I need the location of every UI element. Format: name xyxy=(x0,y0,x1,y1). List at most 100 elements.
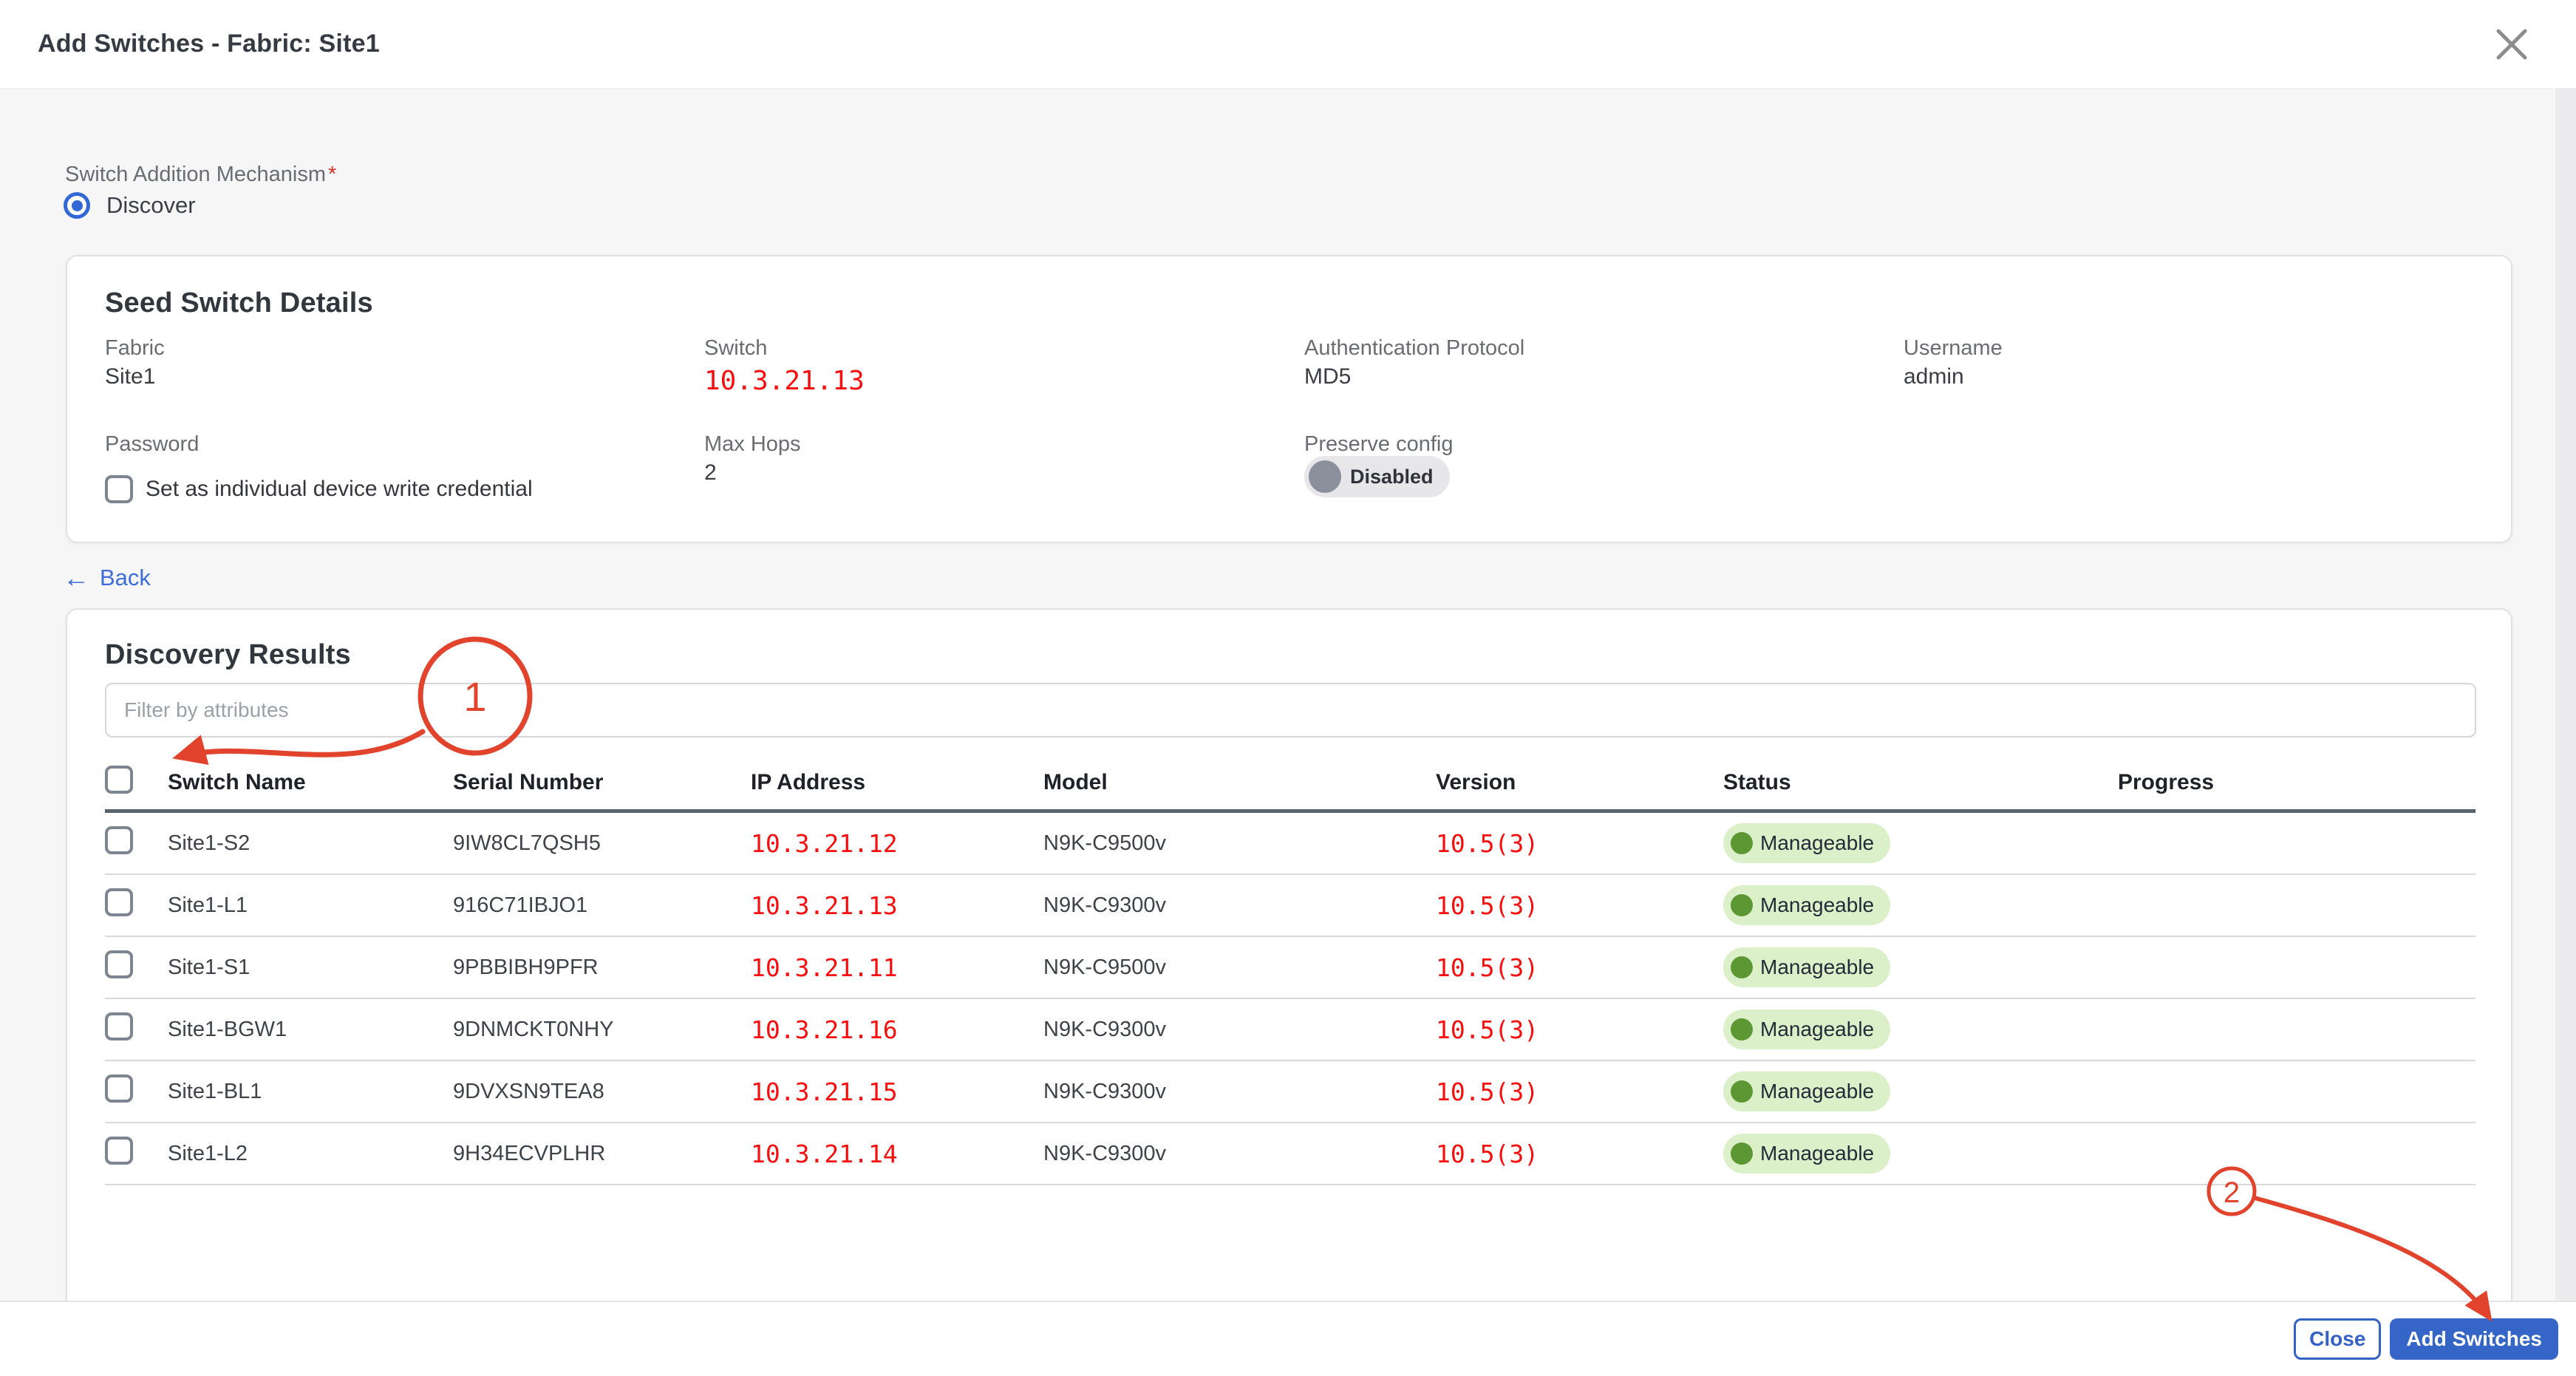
required-asterisk: * xyxy=(328,163,336,186)
row-checkbox[interactable] xyxy=(105,888,133,916)
status-text: Manageable xyxy=(1760,893,1874,917)
status-cell: Manageable xyxy=(1723,1072,2118,1111)
serial-number-cell: 9H34ECVPLHR xyxy=(453,1142,751,1166)
ip-address-cell: 10.3.21.15 xyxy=(751,1077,1043,1106)
close-button[interactable]: Close xyxy=(2294,1318,2381,1360)
dialog-footer: Close Add Switches xyxy=(0,1301,2576,1376)
add-switches-button[interactable]: Add Switches xyxy=(2390,1318,2558,1360)
serial-number-cell: 9DNMCKT0NHY xyxy=(453,1018,751,1042)
column-switch-name[interactable]: Switch Name xyxy=(168,770,453,795)
back-arrow-icon: ← xyxy=(63,565,89,591)
radio-selected-icon xyxy=(64,192,90,219)
status-text: Manageable xyxy=(1760,956,1874,979)
discovery-results-card: Discovery Results Switch Name Serial Num… xyxy=(66,608,2512,1301)
password-label: Password xyxy=(105,432,199,457)
model-cell: N9K-C9300v xyxy=(1043,1142,1436,1166)
switch-label: Switch xyxy=(704,336,767,361)
row-checkbox[interactable] xyxy=(105,1074,133,1103)
switch-name-cell: Site1-L1 xyxy=(168,893,453,918)
auth-protocol-value: MD5 xyxy=(1304,364,1351,389)
ip-address-cell: 10.3.21.16 xyxy=(751,1015,1043,1044)
row-checkbox[interactable] xyxy=(105,1012,133,1040)
status-badge: Manageable xyxy=(1723,823,1890,863)
status-badge: Manageable xyxy=(1723,885,1890,925)
model-cell: N9K-C9300v xyxy=(1043,1018,1436,1042)
table-row: Site1-S19PBBIBH9PFR10.3.21.11N9K-C9500v1… xyxy=(105,937,2476,999)
version-cell: 10.5(3) xyxy=(1436,953,1723,982)
column-serial-number[interactable]: Serial Number xyxy=(453,770,751,795)
status-dot-icon xyxy=(1731,1018,1753,1040)
column-version[interactable]: Version xyxy=(1436,770,1723,795)
status-text: Manageable xyxy=(1760,1018,1874,1041)
dialog-body: Switch Addition Mechanism* Discover Seed… xyxy=(0,88,2576,1301)
row-checkbox[interactable] xyxy=(105,826,133,854)
table-row: Site1-L1916C71IBJO110.3.21.13N9K-C9300v1… xyxy=(105,875,2476,937)
table-row: Site1-BGW19DNMCKT0NHY10.3.21.16N9K-C9300… xyxy=(105,999,2476,1061)
status-dot-icon xyxy=(1731,894,1753,916)
ip-address-cell: 10.3.21.14 xyxy=(751,1140,1043,1168)
status-cell: Manageable xyxy=(1723,947,2118,987)
write-credential-checkbox[interactable] xyxy=(105,475,133,503)
username-label: Username xyxy=(1904,336,2003,361)
table-header-row: Switch Name Serial Number IP Address Mod… xyxy=(105,755,2476,809)
status-text: Manageable xyxy=(1760,831,1874,855)
column-progress[interactable]: Progress xyxy=(2118,770,2476,795)
filter-input[interactable] xyxy=(105,683,2476,738)
toggle-state-label: Disabled xyxy=(1350,466,1434,488)
write-credential-option[interactable]: Set as individual device write credentia… xyxy=(105,475,533,503)
status-text: Manageable xyxy=(1760,1080,1874,1103)
fabric-label: Fabric xyxy=(105,336,165,361)
ip-address-cell: 10.3.21.13 xyxy=(751,891,1043,920)
model-cell: N9K-C9500v xyxy=(1043,831,1436,856)
status-dot-icon xyxy=(1731,1080,1753,1103)
status-badge: Manageable xyxy=(1723,1134,1890,1174)
back-link[interactable]: ← Back xyxy=(63,565,151,591)
serial-number-cell: 916C71IBJO1 xyxy=(453,893,751,918)
status-text: Manageable xyxy=(1760,1142,1874,1165)
max-hops-label: Max Hops xyxy=(704,432,801,457)
fabric-value: Site1 xyxy=(105,364,155,389)
dialog-title: Add Switches - Fabric: Site1 xyxy=(38,30,380,58)
preserve-config-label: Preserve config xyxy=(1304,432,1454,457)
ip-address-cell: 10.3.21.11 xyxy=(751,953,1043,982)
column-status[interactable]: Status xyxy=(1723,770,2118,795)
ip-address-cell: 10.3.21.12 xyxy=(751,829,1043,858)
version-cell: 10.5(3) xyxy=(1436,1015,1723,1044)
status-cell: Manageable xyxy=(1723,1009,2118,1049)
mechanism-label-text: Switch Addition Mechanism xyxy=(65,163,326,186)
version-cell: 10.5(3) xyxy=(1436,891,1723,920)
column-model[interactable]: Model xyxy=(1043,770,1436,795)
serial-number-cell: 9DVXSN9TEA8 xyxy=(453,1080,751,1104)
switch-name-cell: Site1-L2 xyxy=(168,1142,453,1166)
preserve-config-toggle[interactable]: Disabled xyxy=(1304,456,1450,497)
table-row: Site1-BL19DVXSN9TEA810.3.21.15N9K-C9300v… xyxy=(105,1061,2476,1123)
max-hops-value: 2 xyxy=(704,460,717,486)
status-badge: Manageable xyxy=(1723,947,1890,987)
discovery-title: Discovery Results xyxy=(105,639,351,671)
switch-name-cell: Site1-S1 xyxy=(168,956,453,980)
switch-name-cell: Site1-BL1 xyxy=(168,1080,453,1104)
column-ip-address[interactable]: IP Address xyxy=(751,770,1043,795)
switch-name-cell: Site1-S2 xyxy=(168,831,453,856)
switch-value: 10.3.21.13 xyxy=(704,366,865,396)
version-cell: 10.5(3) xyxy=(1436,1077,1723,1106)
status-dot-icon xyxy=(1731,1142,1753,1165)
discovery-table: Switch Name Serial Number IP Address Mod… xyxy=(105,755,2476,1185)
status-badge: Manageable xyxy=(1723,1009,1890,1049)
back-label: Back xyxy=(100,565,151,591)
serial-number-cell: 9PBBIBH9PFR xyxy=(453,956,751,980)
discover-radio[interactable]: Discover xyxy=(64,192,196,219)
close-icon[interactable] xyxy=(2494,27,2529,62)
scrollbar[interactable] xyxy=(2555,88,2576,1301)
row-checkbox[interactable] xyxy=(105,1137,133,1165)
row-checkbox[interactable] xyxy=(105,950,133,978)
toggle-knob-icon xyxy=(1309,460,1341,493)
version-cell: 10.5(3) xyxy=(1436,829,1723,858)
status-cell: Manageable xyxy=(1723,885,2118,925)
serial-number-cell: 9IW8CL7QSH5 xyxy=(453,831,751,856)
auth-protocol-label: Authentication Protocol xyxy=(1304,336,1524,361)
version-cell: 10.5(3) xyxy=(1436,1140,1723,1168)
select-all-checkbox[interactable] xyxy=(105,766,133,794)
status-cell: Manageable xyxy=(1723,823,2118,863)
mechanism-label: Switch Addition Mechanism* xyxy=(65,163,336,187)
